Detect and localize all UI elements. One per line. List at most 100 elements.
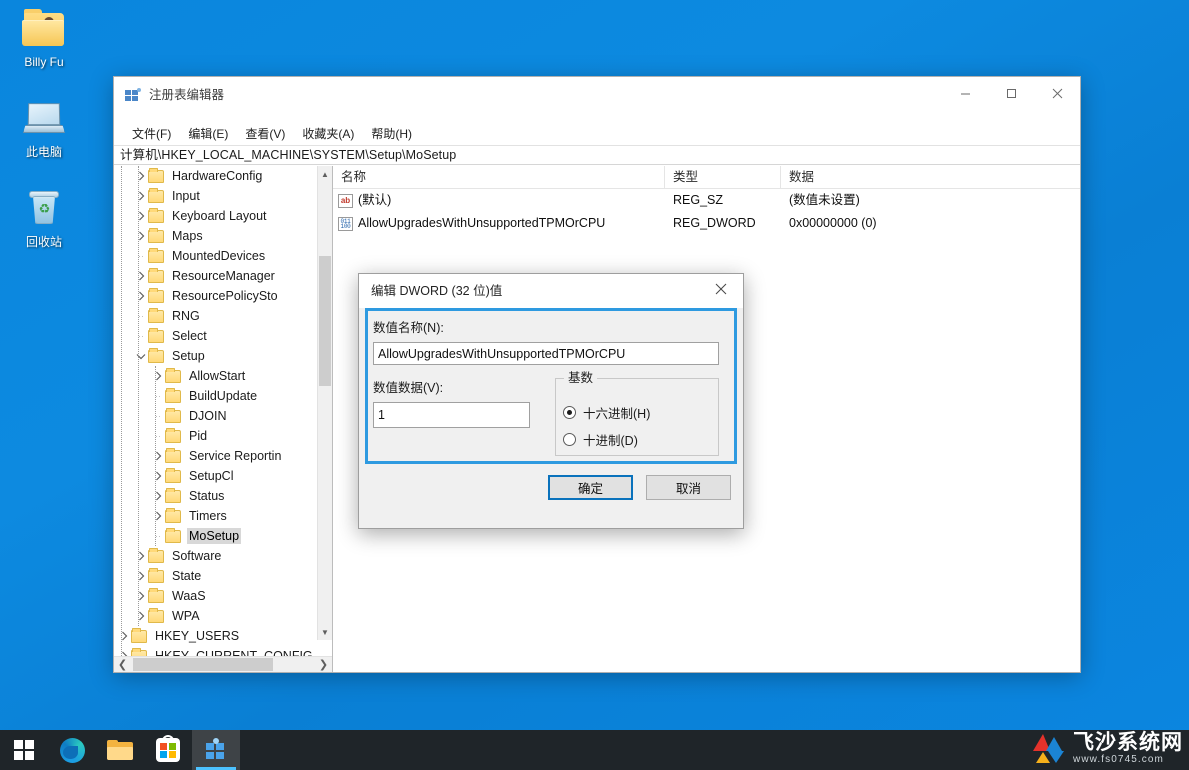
desktop-icon-list: Billy Fu 此电脑 ♻ 回收站: [0, 8, 88, 278]
tree-node-pid[interactable]: ·· Pid: [114, 426, 332, 446]
menu-favorites[interactable]: 收藏夹(A): [295, 125, 361, 144]
chevron-right-icon[interactable]: [134, 266, 148, 286]
tree-node-timers[interactable]: Timers: [114, 506, 332, 526]
tree-vertical-scrollbar[interactable]: ▲ ▼: [317, 166, 332, 640]
ok-button[interactable]: 确定: [548, 475, 633, 500]
chevron-right-icon[interactable]: [134, 586, 148, 606]
scroll-thumb[interactable]: [133, 657, 273, 671]
tree-node-resourcemanager[interactable]: ResourceManager: [114, 266, 332, 286]
chevron-right-icon[interactable]: [151, 366, 165, 386]
tree-node-buildupdate[interactable]: ·· BuildUpdate: [114, 386, 332, 406]
tree-node-status[interactable]: Status: [114, 486, 332, 506]
tree-guide-line: [138, 166, 139, 626]
edit-dword-dialog: 编辑 DWORD (32 位)值 数值名称(N): 数值数据(V): 基数 十六…: [358, 273, 744, 529]
scroll-left-icon[interactable]: ❮: [114, 658, 131, 672]
edge-button[interactable]: [48, 730, 96, 770]
chevron-right-icon[interactable]: [151, 486, 165, 506]
registry-editor-icon: [125, 87, 141, 103]
tree-node-wpa[interactable]: WPA: [114, 606, 332, 626]
dialog-close-button[interactable]: [698, 274, 743, 304]
tree-node-label: HKEY_CURRENT_CONFIG: [155, 649, 313, 656]
value-data-input[interactable]: [373, 402, 530, 428]
tree-node-keyboard-layout[interactable]: Keyboard Layout: [114, 206, 332, 226]
desktop-icon-billy-fu[interactable]: Billy Fu: [0, 8, 88, 90]
table-row[interactable]: ab (默认) REG_SZ (数值未设置): [333, 189, 1080, 212]
chevron-right-icon[interactable]: [151, 446, 165, 466]
tree-node-hardwareconfig[interactable]: HardwareConfig: [114, 166, 332, 186]
folder-icon: [131, 628, 148, 643]
desktop-icon-recycle-bin[interactable]: ♻ 回收站: [0, 188, 88, 270]
tree-node-software[interactable]: Software: [114, 546, 332, 566]
chevron-right-icon[interactable]: [134, 226, 148, 246]
column-header-name[interactable]: 名称: [333, 166, 665, 188]
tree-node-select[interactable]: ·· Select: [114, 326, 332, 346]
chevron-right-icon[interactable]: [134, 286, 148, 306]
menu-file[interactable]: 文件(F): [125, 125, 178, 144]
tree-node-mosetup[interactable]: ·· MoSetup: [114, 526, 332, 546]
scroll-down-icon[interactable]: ▼: [318, 624, 332, 640]
regedit-taskbar-button[interactable]: [192, 730, 240, 770]
tree-node-maps[interactable]: Maps: [114, 226, 332, 246]
chevron-right-icon[interactable]: [117, 646, 131, 656]
column-header-data[interactable]: 数据: [781, 166, 1080, 188]
radio-decimal[interactable]: 十进制(D): [563, 430, 638, 449]
tree-node-label: ResourcePolicySto: [172, 289, 278, 303]
tree-node-setup[interactable]: Setup: [114, 346, 332, 366]
chevron-right-icon[interactable]: [134, 606, 148, 626]
value-name-input[interactable]: [373, 342, 719, 365]
menu-help[interactable]: 帮助(H): [364, 125, 419, 144]
chevron-right-icon[interactable]: [117, 626, 131, 646]
cancel-button[interactable]: 取消: [646, 475, 731, 500]
chevron-right-icon[interactable]: [134, 186, 148, 206]
menu-edit[interactable]: 编辑(E): [181, 125, 235, 144]
recycle-bin-icon: ♻: [20, 188, 68, 232]
window-titlebar[interactable]: 注册表编辑器: [114, 77, 1080, 124]
table-row[interactable]: 011 100 AllowUpgradesWithUnsupportedTPMOr…: [333, 212, 1080, 235]
tree-node-djoin[interactable]: ·· DJOIN: [114, 406, 332, 426]
address-path: 计算机\HKEY_LOCAL_MACHINE\SYSTEM\Setup\MoSe…: [120, 148, 457, 162]
dialog-titlebar[interactable]: 编辑 DWORD (32 位)值: [359, 274, 743, 308]
radio-label: 十六进制(H): [583, 407, 651, 421]
scroll-thumb[interactable]: [319, 256, 331, 386]
tree-node-resourcepolicysto[interactable]: ResourcePolicySto: [114, 286, 332, 306]
tree-node-hkey-current-config[interactable]: HKEY_CURRENT_CONFIG: [114, 646, 332, 656]
menu-view[interactable]: 查看(V): [238, 125, 292, 144]
maximize-button[interactable]: [988, 77, 1034, 109]
tree-horizontal-scrollbar[interactable]: ❮ ❯: [114, 656, 332, 672]
chevron-right-icon[interactable]: [151, 506, 165, 526]
tree-node-waas[interactable]: WaaS: [114, 586, 332, 606]
address-bar[interactable]: 计算机\HKEY_LOCAL_MACHINE\SYSTEM\Setup\MoSe…: [114, 145, 1080, 165]
chevron-right-icon[interactable]: [134, 566, 148, 586]
tree-node-allowstart[interactable]: AllowStart: [114, 366, 332, 386]
chevron-right-icon[interactable]: [134, 166, 148, 186]
column-header-type[interactable]: 类型: [665, 166, 781, 188]
tree-node-hkey-users[interactable]: HKEY_USERS: [114, 626, 332, 646]
chevron-right-icon[interactable]: [134, 206, 148, 226]
close-button[interactable]: [1034, 77, 1080, 109]
folder-icon: [165, 408, 182, 423]
tree-node-label: HardwareConfig: [172, 169, 263, 183]
scroll-right-icon[interactable]: ❯: [315, 658, 332, 672]
microsoft-store-button[interactable]: [144, 730, 192, 770]
chevron-right-icon[interactable]: [134, 546, 148, 566]
dialog-body: 数值名称(N): 数值数据(V): 基数 十六进制(H) 十进制(D) 确定 取…: [359, 308, 743, 528]
chevron-down-icon[interactable]: [134, 346, 148, 366]
tree-node-rng[interactable]: ·· RNG: [114, 306, 332, 326]
tree-node-setupcl[interactable]: SetupCl: [114, 466, 332, 486]
desktop-icon-this-pc[interactable]: 此电脑: [0, 98, 88, 180]
scroll-up-icon[interactable]: ▲: [318, 166, 332, 182]
registry-tree: HardwareConfig Input Keyboard Layout Maps ··…: [114, 166, 332, 656]
minimize-button[interactable]: [942, 77, 988, 109]
tree-node-input[interactable]: Input: [114, 186, 332, 206]
chevron-right-icon[interactable]: [151, 466, 165, 486]
scroll-track[interactable]: [131, 657, 315, 673]
tree-node-service-reportin[interactable]: Service Reportin: [114, 446, 332, 466]
value-name: AllowUpgradesWithUnsupportedTPMOrCPU: [358, 216, 606, 230]
folder-icon: [165, 388, 182, 403]
start-button[interactable]: [0, 730, 48, 770]
file-explorer-button[interactable]: [96, 730, 144, 770]
tree-node-state[interactable]: State: [114, 566, 332, 586]
radio-hexadecimal[interactable]: 十六进制(H): [563, 403, 650, 422]
tree-node-mounteddevices[interactable]: ·· MountedDevices: [114, 246, 332, 266]
radio-indicator-icon: [563, 406, 576, 419]
